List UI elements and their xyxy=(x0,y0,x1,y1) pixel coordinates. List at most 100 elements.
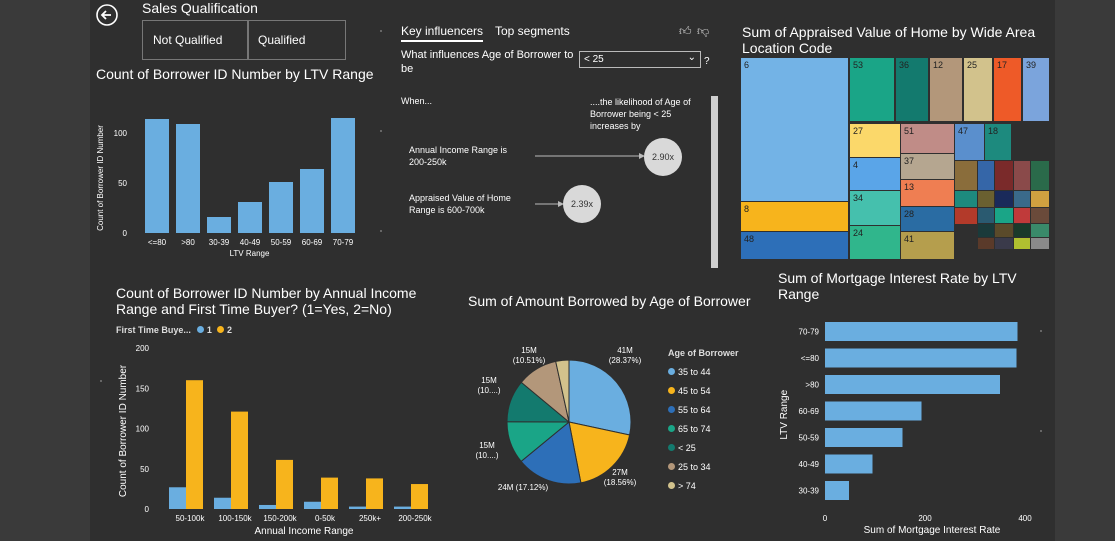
pie-chart: 41M(28.37%)27M(18.56%)24M (17.12%)15M(10… xyxy=(475,346,641,492)
treemap-cell[interactable] xyxy=(995,224,1013,237)
treemap-cell[interactable]: 41 xyxy=(901,232,954,259)
pie-legend-item[interactable]: 25 to 34 xyxy=(668,457,711,476)
bar[interactable] xyxy=(186,380,203,509)
treemap-cell[interactable]: 18 xyxy=(985,124,1011,160)
treemap-cell[interactable]: 8 xyxy=(741,202,848,231)
bar[interactable] xyxy=(169,487,186,509)
bar[interactable] xyxy=(394,506,411,509)
treemap-cell[interactable] xyxy=(1014,224,1030,237)
treemap-cell[interactable]: 27 xyxy=(850,124,900,157)
influencer-1-bubble[interactable]: 2.90x xyxy=(644,138,682,176)
bar[interactable] xyxy=(269,182,293,233)
treemap-cell[interactable]: 51 xyxy=(901,124,954,153)
bar[interactable] xyxy=(145,119,169,233)
treemap-cell[interactable] xyxy=(1031,224,1049,237)
treemap-cell[interactable]: 47 xyxy=(955,124,984,160)
treemap-cell[interactable] xyxy=(978,208,994,223)
bar[interactable] xyxy=(207,217,231,233)
bar[interactable] xyxy=(411,484,428,509)
treemap-cell[interactable]: 6 xyxy=(741,58,848,201)
bar[interactable] xyxy=(176,124,200,233)
treemap-cell[interactable] xyxy=(1031,191,1049,207)
slicer-not-qualified-button[interactable]: Not Qualified xyxy=(142,20,249,60)
x-axis-label: Sum of Mortgage Interest Rate xyxy=(864,525,1001,536)
treemap-cell[interactable]: 25 xyxy=(964,58,992,121)
influencer-2-label[interactable]: Appraised Value of Home Range is 600-700… xyxy=(409,192,529,216)
bar[interactable] xyxy=(825,348,1017,368)
treemap-cell[interactable] xyxy=(978,224,994,237)
bar[interactable] xyxy=(825,401,922,421)
treemap-cell[interactable]: 12 xyxy=(930,58,962,121)
bar[interactable] xyxy=(238,202,262,233)
pie-legend-item[interactable]: > 74 xyxy=(668,476,711,495)
treemap-cell[interactable] xyxy=(955,208,977,224)
treemap-cell[interactable] xyxy=(1031,238,1049,249)
treemap-cell[interactable]: 37 xyxy=(901,154,954,179)
treemap-cell[interactable]: 4 xyxy=(850,158,900,190)
treemap-cell[interactable] xyxy=(1014,238,1030,249)
thumbs-up-icon[interactable]: 👍︎ xyxy=(679,24,692,39)
influencer-2-bubble[interactable]: 2.39x xyxy=(563,185,601,223)
treemap-cell[interactable]: 39 xyxy=(1023,58,1049,121)
bar[interactable] xyxy=(321,477,338,509)
left-margin xyxy=(0,0,90,541)
treemap-cell[interactable]: 48 xyxy=(741,232,848,259)
treemap-cell[interactable] xyxy=(978,238,994,249)
treemap-cell-label: 37 xyxy=(904,156,915,166)
thumbs-down-icon[interactable]: 👎︎ xyxy=(697,24,709,39)
bar[interactable] xyxy=(366,478,383,509)
influencer-scrollbar[interactable] xyxy=(711,96,718,268)
bar[interactable] xyxy=(276,459,293,509)
treemap-cell[interactable] xyxy=(978,161,994,190)
treemap-cell[interactable] xyxy=(1031,208,1049,223)
bar[interactable] xyxy=(825,428,903,447)
legend-label-1[interactable]: 1 xyxy=(207,325,212,335)
treemap-cell[interactable] xyxy=(955,191,977,207)
treemap-cell[interactable] xyxy=(995,161,1013,190)
bar[interactable] xyxy=(349,506,366,509)
slicer-qualified-button[interactable]: Qualified xyxy=(247,20,346,60)
treemap-cell[interactable] xyxy=(955,161,977,190)
bar[interactable] xyxy=(825,375,1000,394)
pie-legend-item[interactable]: 45 to 54 xyxy=(668,381,711,400)
back-button[interactable] xyxy=(96,4,118,26)
treemap-cell[interactable]: 36 xyxy=(896,58,928,121)
treemap-cell[interactable] xyxy=(1014,191,1030,207)
bar[interactable] xyxy=(825,481,849,500)
treemap-cell[interactable]: 13 xyxy=(901,180,954,206)
treemap-cell[interactable]: 24 xyxy=(850,226,900,259)
pie-legend-item[interactable]: 35 to 44 xyxy=(668,362,711,381)
x-tick-label: 0 xyxy=(823,514,828,523)
treemap-cell[interactable] xyxy=(995,191,1013,207)
legend-label-2[interactable]: 2 xyxy=(227,325,232,335)
pie-legend-item[interactable]: < 25 xyxy=(668,438,711,457)
help-icon[interactable]: ? xyxy=(704,56,710,67)
treemap-cell[interactable] xyxy=(1014,161,1030,190)
treemap-cell[interactable] xyxy=(995,208,1013,223)
bar[interactable] xyxy=(259,504,276,509)
treemap-cell[interactable]: 28 xyxy=(901,207,954,231)
treemap-cell[interactable] xyxy=(978,191,994,207)
tab-key-influencers[interactable]: Key influencers xyxy=(401,24,484,42)
treemap-cell[interactable] xyxy=(1014,208,1030,223)
pie-legend-item[interactable]: 55 to 64 xyxy=(668,400,711,419)
treemap-cell[interactable]: 17 xyxy=(994,58,1021,121)
pie-legend-item[interactable]: 65 to 74 xyxy=(668,419,711,438)
y-tick-label: 0 xyxy=(123,229,128,238)
bar[interactable] xyxy=(304,501,321,509)
treemap-cell[interactable]: 34 xyxy=(850,191,900,225)
bar[interactable] xyxy=(331,118,355,233)
treemap-cell-label: 25 xyxy=(967,60,978,70)
treemap-cell[interactable] xyxy=(995,238,1013,249)
bar[interactable] xyxy=(825,454,873,474)
influencer-dropdown[interactable]: < 25 ⌄ xyxy=(579,51,701,68)
influencer-1-label[interactable]: Annual Income Range is 200-250k xyxy=(409,144,519,168)
bar[interactable] xyxy=(825,322,1018,341)
bar[interactable] xyxy=(300,169,324,233)
tab-top-segments[interactable]: Top segments xyxy=(495,24,570,38)
bar[interactable] xyxy=(231,411,248,509)
treemap-cell[interactable]: 53 xyxy=(850,58,894,121)
treemap-cell-label: 24 xyxy=(853,228,864,238)
bar[interactable] xyxy=(214,497,231,509)
treemap-cell[interactable] xyxy=(1031,161,1049,190)
